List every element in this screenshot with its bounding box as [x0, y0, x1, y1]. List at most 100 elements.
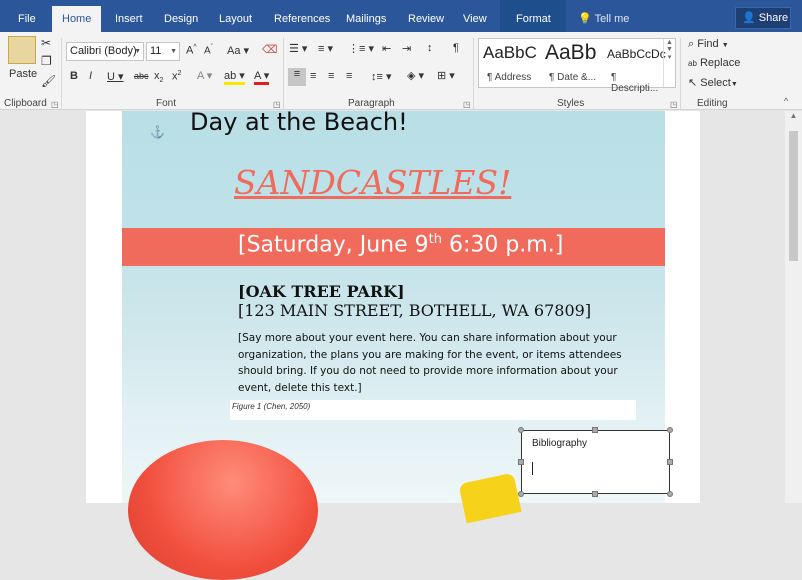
- flyer-heading[interactable]: Day at the Beach!: [190, 108, 408, 136]
- borders-icon[interactable]: ⊞ ▾: [437, 69, 455, 82]
- replace-label: Replace: [699, 57, 741, 69]
- event-description[interactable]: [Say more about your event here. You can…: [238, 330, 638, 396]
- collapse-ribbon-icon[interactable]: ^: [784, 96, 788, 106]
- italic-icon[interactable]: I: [89, 70, 92, 82]
- resize-handle[interactable]: [518, 459, 524, 465]
- tab-insert[interactable]: Insert: [105, 0, 153, 32]
- event-venue[interactable]: [OAK TREE PARK]: [238, 282, 405, 301]
- tab-references[interactable]: References: [264, 0, 340, 32]
- resize-handle[interactable]: [667, 427, 673, 433]
- resize-handle[interactable]: [667, 459, 673, 465]
- shrink-font-icon[interactable]: Aˇ: [204, 44, 213, 56]
- text-effects-icon[interactable]: A ▾: [197, 69, 212, 82]
- tab-review[interactable]: Review: [398, 0, 454, 32]
- resize-handle[interactable]: [592, 427, 598, 433]
- date-time: 6:30 p.m.]: [441, 232, 564, 258]
- paste-icon[interactable]: [8, 36, 36, 64]
- ribbon-tab-bar: File Home Insert Design Layout Reference…: [0, 0, 802, 32]
- figure-caption[interactable]: Figure 1 (Chen, 2050): [232, 402, 310, 411]
- resize-handle[interactable]: [667, 491, 673, 497]
- underline-icon[interactable]: U ▾: [107, 70, 124, 83]
- multilevel-list-icon[interactable]: ⋮≡ ▾: [348, 42, 374, 55]
- clear-formatting-icon[interactable]: ⌫: [262, 43, 278, 56]
- chevron-down-icon: ▼: [134, 48, 141, 55]
- style-name: ¶ Address: [487, 72, 532, 83]
- align-center-icon[interactable]: ≡: [310, 70, 316, 82]
- bullets-icon[interactable]: ☰ ▾: [289, 42, 307, 55]
- ribbon-separator: [680, 38, 681, 110]
- vertical-scrollbar[interactable]: ▲: [785, 111, 802, 503]
- style-address[interactable]: AaBbC ¶ Address: [479, 39, 541, 89]
- lightbulb-icon: 💡: [578, 13, 592, 25]
- style-sample: AaBb: [545, 41, 597, 64]
- sort-icon[interactable]: ↕: [427, 42, 433, 54]
- superscript-icon[interactable]: x2: [172, 70, 181, 83]
- chevron-down-icon: ▼: [730, 81, 738, 88]
- clipboard-group-label: Clipboard: [4, 98, 47, 109]
- format-painter-icon[interactable]: 🖌: [41, 74, 56, 88]
- font-size-value: 11: [150, 45, 162, 57]
- strikethrough-icon[interactable]: abc: [134, 71, 149, 81]
- tab-home[interactable]: Home: [52, 6, 102, 32]
- align-right-icon[interactable]: ≡: [328, 70, 334, 82]
- clipboard-launcher-icon[interactable]: ◳: [51, 100, 59, 109]
- scroll-thumb[interactable]: [789, 131, 798, 261]
- find-label: Find: [697, 38, 719, 50]
- paste-button[interactable]: Paste: [9, 68, 37, 80]
- tab-view[interactable]: View: [453, 0, 497, 32]
- font-group-label: Font: [156, 98, 177, 109]
- grow-font-icon[interactable]: A^: [186, 44, 197, 57]
- styles-launcher-icon[interactable]: ◳: [670, 100, 678, 109]
- share-button[interactable]: 👤 Share: [735, 7, 791, 29]
- copy-icon[interactable]: ❐: [41, 54, 52, 68]
- style-description[interactable]: AaBbCcDc ¶ Descripti...: [603, 39, 666, 94]
- style-date[interactable]: AaBb ¶ Date &...: [541, 39, 603, 89]
- person-icon: 👤: [742, 12, 756, 24]
- justify-icon[interactable]: ≡: [346, 70, 352, 82]
- ribbon-separator: [473, 38, 474, 110]
- beach-ball-image: [128, 440, 318, 580]
- tab-format[interactable]: Format: [500, 0, 566, 32]
- font-size-combo[interactable]: 11 ▼: [146, 42, 180, 61]
- tab-mailings[interactable]: Mailings: [336, 0, 396, 32]
- font-family-combo[interactable]: Calibri (Body) ▼: [66, 42, 144, 61]
- tell-me-search[interactable]: 💡 Tell me: [578, 0, 629, 32]
- line-spacing-icon[interactable]: ↕≡ ▾: [371, 70, 392, 83]
- bold-icon[interactable]: B: [70, 70, 78, 82]
- subscript-icon[interactable]: x2: [154, 70, 163, 84]
- tab-file[interactable]: File: [8, 0, 46, 32]
- styles-scroll[interactable]: ▲ ▼ ▾: [663, 39, 675, 87]
- select-button[interactable]: ↖ Select▼: [688, 76, 738, 89]
- tab-layout[interactable]: Layout: [209, 0, 262, 32]
- cursor-arrow-icon: ↖: [688, 77, 698, 89]
- event-address[interactable]: [123 MAIN STREET, BOTHELL, WA 67809]: [238, 301, 591, 320]
- chevron-down-icon: ▼: [721, 42, 729, 49]
- editing-group-label: Editing: [697, 98, 728, 109]
- find-button[interactable]: ⌕ Find ▼: [688, 38, 729, 51]
- date-suffix: th: [428, 232, 442, 247]
- bibliography-title[interactable]: Bibliography: [532, 438, 587, 449]
- shading-icon[interactable]: ◈ ▾: [407, 69, 424, 82]
- font-color-icon[interactable]: A ▾: [254, 69, 270, 85]
- resize-handle[interactable]: [592, 491, 598, 497]
- date-main: [Saturday, June 9: [238, 232, 429, 258]
- change-case-icon[interactable]: Aa ▾: [227, 44, 249, 57]
- increase-indent-icon[interactable]: ⇥: [402, 42, 411, 55]
- event-date[interactable]: [Saturday, June 9th 6:30 p.m.]: [238, 232, 563, 257]
- resize-handle[interactable]: [518, 491, 524, 497]
- flyer-title[interactable]: SANDCASTLES!: [234, 163, 511, 202]
- decrease-indent-icon[interactable]: ⇤: [382, 42, 391, 55]
- scroll-up-icon[interactable]: ▲: [785, 111, 802, 125]
- paragraph-launcher-icon[interactable]: ◳: [463, 100, 471, 109]
- styles-group-label: Styles: [557, 98, 585, 109]
- show-formatting-icon[interactable]: ¶: [453, 42, 459, 54]
- cut-icon[interactable]: ✂: [41, 36, 51, 50]
- replace-button[interactable]: ab Replace: [688, 57, 740, 69]
- numbering-icon[interactable]: ≡ ▾: [318, 42, 333, 55]
- align-left-icon[interactable]: ≡: [288, 68, 306, 86]
- style-name: ¶ Date &...: [549, 72, 597, 83]
- tab-design[interactable]: Design: [154, 0, 208, 32]
- highlight-icon[interactable]: ab ▾: [224, 69, 245, 85]
- resize-handle[interactable]: [518, 427, 524, 433]
- anchor-icon[interactable]: ⚓: [150, 125, 165, 139]
